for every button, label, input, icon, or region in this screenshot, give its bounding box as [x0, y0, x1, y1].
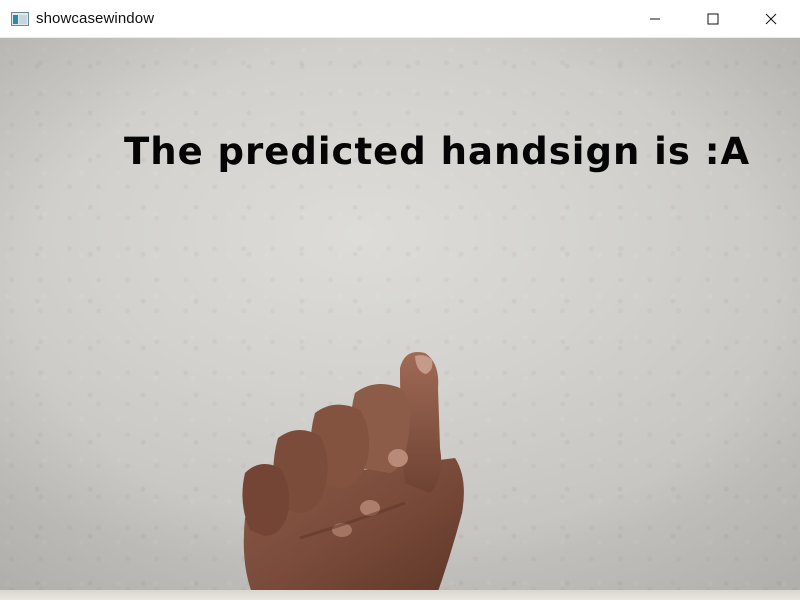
minimize-button[interactable] [626, 0, 684, 38]
hand-sign-image [242, 352, 464, 600]
title-bar[interactable]: showcasewindow [0, 0, 800, 38]
maximize-button[interactable] [684, 0, 742, 38]
floor-strip [0, 590, 800, 600]
window-controls [626, 0, 800, 38]
app-window: showcasewindow The predicted handsign is… [0, 0, 800, 600]
prediction-label: The predicted handsign is :A [124, 130, 751, 173]
minimize-icon [650, 18, 660, 20]
close-button[interactable] [742, 0, 800, 38]
maximize-icon [707, 13, 719, 25]
window-title: showcasewindow [36, 10, 155, 27]
app-window-icon [10, 11, 30, 27]
camera-frame: The predicted handsign is :A [0, 38, 800, 600]
close-icon [765, 13, 777, 25]
